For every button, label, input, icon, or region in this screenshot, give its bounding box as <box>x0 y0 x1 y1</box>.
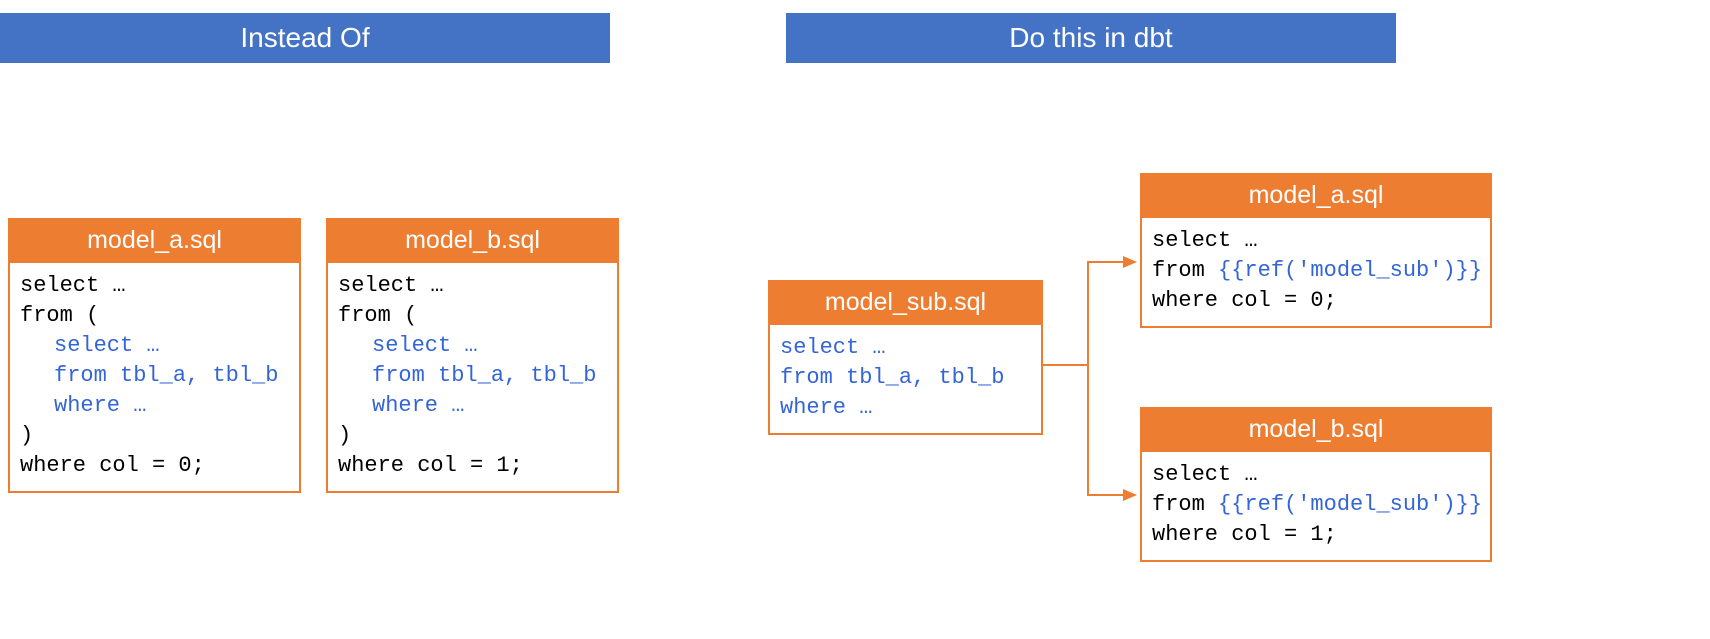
box-title: model_b.sql <box>328 220 617 263</box>
header-instead-of: Instead Of <box>0 13 610 63</box>
header-do-this-in-dbt: Do this in dbt <box>786 13 1396 63</box>
code-body: select … from ( select … from tbl_a, tbl… <box>10 263 299 491</box>
box-right-model-sub: model_sub.sql select … from tbl_a, tbl_b… <box>768 280 1043 435</box>
box-title: model_a.sql <box>10 220 299 263</box>
code-body: select … from ( select … from tbl_a, tbl… <box>328 263 617 491</box>
connector-arrows <box>1043 250 1143 530</box>
code-body: select … from {{ref('model_sub')}} where… <box>1142 218 1490 326</box>
code-body: select … from tbl_a, tbl_b where … <box>770 325 1041 433</box>
box-left-model-b: model_b.sql select … from ( select … fro… <box>326 218 619 493</box>
box-title: model_b.sql <box>1142 409 1490 452</box>
box-left-model-a: model_a.sql select … from ( select … fro… <box>8 218 301 493</box>
box-right-model-a: model_a.sql select … from {{ref('model_s… <box>1140 173 1492 328</box>
box-title: model_a.sql <box>1142 175 1490 218</box>
box-right-model-b: model_b.sql select … from {{ref('model_s… <box>1140 407 1492 562</box>
code-body: select … from {{ref('model_sub')}} where… <box>1142 452 1490 560</box>
box-title: model_sub.sql <box>770 282 1041 325</box>
